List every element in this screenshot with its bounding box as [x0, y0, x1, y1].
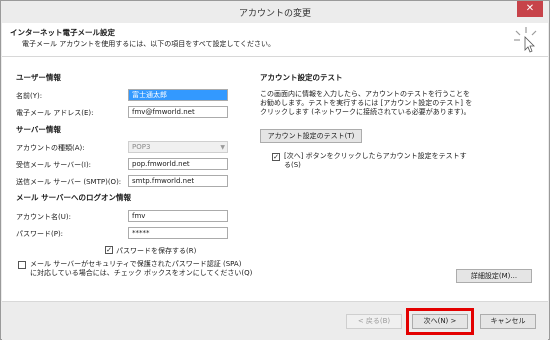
more-settings-button[interactable]: 詳細設定(M)... — [456, 269, 532, 283]
header-subtitle: 電子メール アカウントを使用するには、以下の項目をすべて設定してください。 — [22, 40, 276, 48]
spa-checkbox[interactable] — [18, 261, 26, 269]
remember-password-checkbox[interactable]: ✓ — [105, 246, 113, 254]
user-info-heading: ユーザー情報 — [16, 73, 61, 82]
account-type-value: POP3 — [132, 143, 151, 151]
name-label: 名前(Y): — [16, 92, 43, 100]
chevron-down-icon: ▼ — [220, 144, 225, 151]
auto-test-checkbox[interactable]: ✓ — [272, 153, 280, 161]
test-description-line2: お勧めします。テストを実行するには [アカウント設定のテスト] を — [260, 99, 473, 107]
server-info-heading: サーバー情報 — [16, 125, 61, 134]
account-name-label: アカウント名(U): — [16, 213, 71, 221]
next-button-highlight — [406, 308, 474, 335]
test-description-line1: この画面内に情報を入力したら、アカウントのテストを行うことを — [260, 90, 470, 98]
email-field[interactable]: fmv@fmworld.net — [128, 106, 228, 118]
incoming-server-label: 受信メール サーバー(I): — [16, 161, 92, 169]
remember-password-label: パスワードを保存する(R) — [116, 247, 197, 255]
auto-test-label-line2: る(S) — [284, 161, 301, 169]
cancel-button[interactable]: キャンセル — [480, 314, 536, 329]
account-type-label: アカウントの種類(A): — [16, 144, 85, 152]
auto-test-label-line1: [次へ] ボタンをクリックしたらアカウント設定をテストす — [284, 152, 467, 160]
dialog-footer: < 戻る(B) 次へ(N) > キャンセル — [2, 301, 548, 340]
logon-info-heading: メール サーバーへのログオン情報 — [16, 193, 132, 202]
password-field[interactable]: ***** — [128, 227, 228, 239]
password-label: パスワード(P): — [16, 230, 64, 238]
outgoing-server-field[interactable]: smtp.fmworld.net — [128, 175, 228, 187]
account-type-select: POP3 ▼ — [128, 141, 228, 153]
name-field[interactable]: 富士通太郎 — [128, 89, 228, 101]
account-change-dialog: アカウントの変更 ✕ インターネット電子メール設定 電子メール アカウントを使用… — [0, 0, 550, 340]
test-account-button[interactable]: アカウント設定のテスト(T) — [260, 129, 362, 143]
title-bar: アカウントの変更 ✕ — [1, 1, 549, 23]
window-title: アカウントの変更 — [238, 9, 311, 19]
dialog-header: インターネット電子メール設定 電子メール アカウントを使用するには、以下の項目を… — [2, 23, 548, 57]
email-label: 電子メール アドレス(E): — [16, 109, 94, 117]
close-button[interactable]: ✕ — [517, 1, 543, 17]
back-button[interactable]: < 戻る(B) — [346, 314, 402, 329]
spa-label-line2: に対応している場合には、チェック ボックスをオンにしてください(Q) — [30, 269, 253, 277]
test-description-line3: クリックします (ネットワークに接続されている必要があります)。 — [260, 108, 471, 116]
header-title: インターネット電子メール設定 — [10, 28, 115, 37]
account-name-field[interactable]: fmv — [128, 210, 228, 222]
cursor-sparkle-icon — [514, 27, 537, 53]
settings-panel: ユーザー情報 名前(Y): 富士通太郎 電子メール アドレス(E): fmv@f… — [2, 57, 548, 307]
outgoing-server-label: 送信メール サーバー (SMTP)(O): — [16, 178, 122, 186]
spa-label-line1: メール サーバーがセキュリティで保護されたパスワード認証 (SPA) — [30, 260, 242, 268]
incoming-server-field[interactable]: pop.fmworld.net — [128, 158, 228, 170]
test-heading: アカウント設定のテスト — [260, 73, 343, 82]
